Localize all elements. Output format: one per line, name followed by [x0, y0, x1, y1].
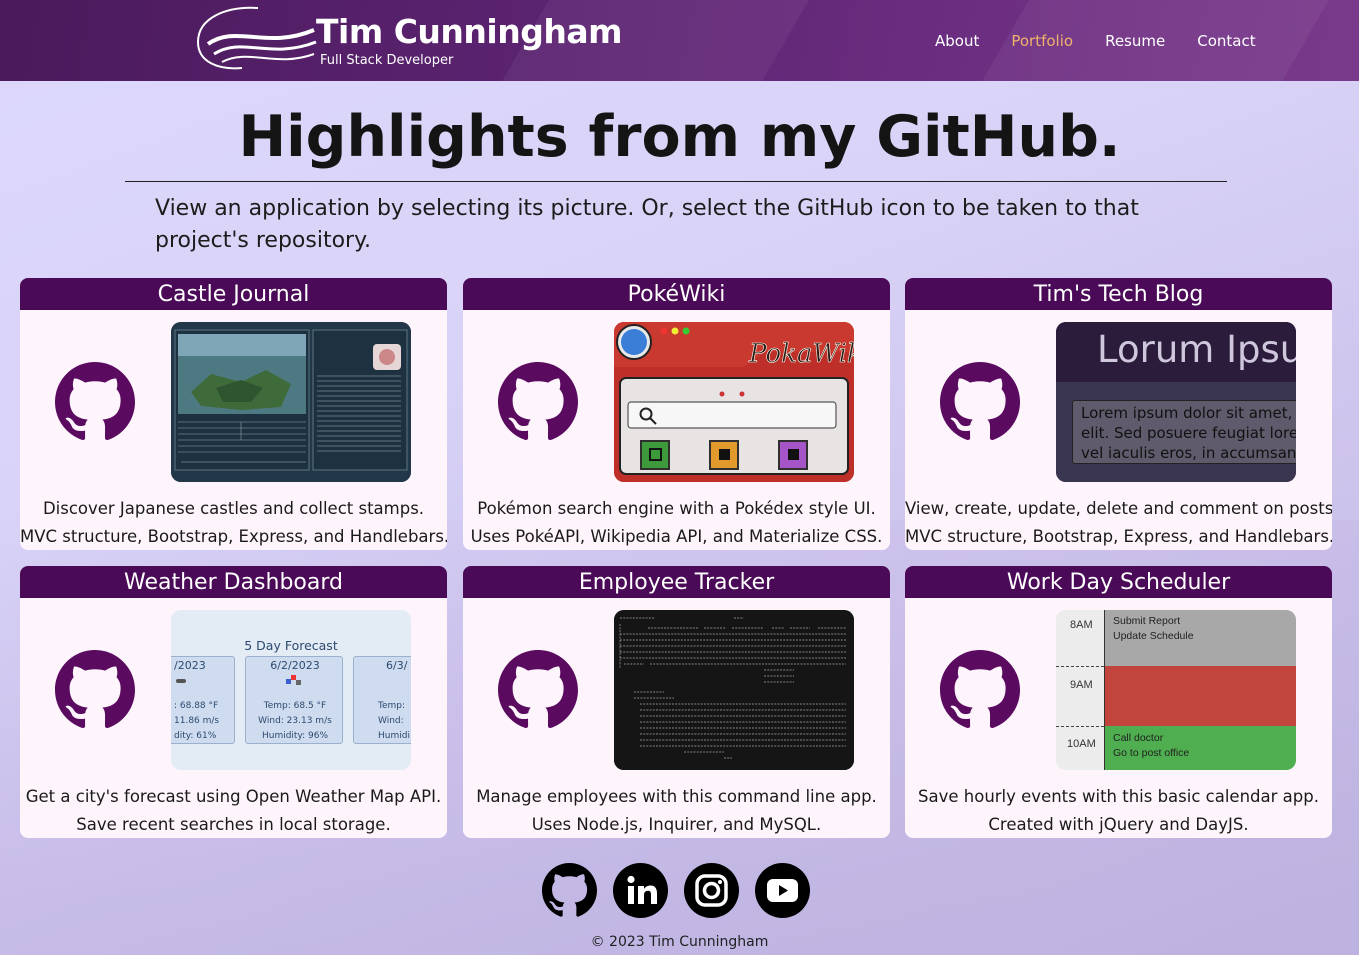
card-title: Work Day Scheduler [905, 566, 1332, 598]
instagram-icon[interactable] [684, 863, 739, 918]
card-description-line: Save hourly events with this basic calen… [918, 787, 1319, 806]
hour-label: 10AM [1067, 738, 1096, 750]
project-card-weather-dashboard: Weather Dashboard 5 Day Forecast /2023 :… [20, 566, 447, 838]
wave-logo-icon[interactable] [196, 4, 320, 72]
hour-label: 9AM [1070, 679, 1093, 691]
project-screenshot[interactable] [171, 322, 411, 482]
event-text: Update Schedule [1113, 630, 1194, 642]
card-description: Manage employees with this command line … [463, 783, 890, 838]
github-icon[interactable] [940, 650, 1020, 730]
card-description-line: Manage employees with this command line … [476, 787, 877, 806]
svg-text:PokaWiki: PokaWiki [748, 339, 854, 369]
card-title: Weather Dashboard [20, 566, 447, 598]
current-hour-block [1105, 666, 1296, 726]
intro-text: View an application by selecting its pic… [155, 196, 1139, 253]
card-description-line: View, create, update, delete and comment… [905, 499, 1332, 518]
card-description: Save hourly events with this basic calen… [905, 783, 1332, 838]
project-screenshot[interactable] [614, 610, 854, 770]
event-text: Go to post office [1113, 747, 1190, 759]
github-icon[interactable] [498, 650, 578, 730]
github-icon[interactable] [55, 650, 135, 730]
weather-icon [176, 679, 186, 683]
project-card-tech-blog: Tim's Tech Blog Lorum Ipsu Lorem ipsum d… [905, 278, 1332, 550]
forecast-humidity: Humidity: 96% [261, 731, 329, 741]
project-card-castle-journal: Castle Journal Discover Japanese castles… [20, 278, 447, 550]
card-description-line: Save recent searches in local storage. [76, 815, 391, 834]
forecast-humidity: dity: 61% [174, 731, 217, 741]
project-card-work-day-scheduler: Work Day Scheduler 8AM 9AM 10AM Submit R… [905, 566, 1332, 838]
forecast-day: 6/3/ Temp: Wind: Humidi [353, 656, 411, 744]
card-description-line: MVC structure, Bootstrap, Express, and H… [905, 527, 1332, 546]
linkedin-icon[interactable] [613, 863, 668, 918]
castle-journal-preview [171, 322, 411, 482]
future-hour-block: Call doctor Go to post office [1105, 726, 1296, 770]
card-description-line: Get a city's forecast using Open Weather… [25, 787, 442, 806]
preview-heading: 5 Day Forecast [244, 638, 338, 653]
card-title: Employee Tracker [463, 566, 890, 598]
event-text: Call doctor [1113, 732, 1164, 744]
forecast-date: /2023 [174, 659, 206, 672]
pokewiki-preview: PokaWiki [614, 322, 854, 482]
forecast-date: 6/3/ [386, 659, 408, 672]
title-divider [125, 181, 1227, 182]
weather-icon [286, 675, 302, 687]
forecast-wind: 11.86 m/s [174, 716, 220, 726]
nav-contact[interactable]: Contact [1197, 32, 1255, 50]
card-description-line: MVC structure, Bootstrap, Express, and H… [20, 527, 447, 546]
github-icon[interactable] [940, 362, 1020, 442]
project-card-employee-tracker: Employee Tracker Manage employees with t… [463, 566, 890, 838]
nav-about[interactable]: About [935, 32, 979, 50]
main-nav: About Portfolio Resume Contact [935, 32, 1288, 50]
project-screenshot[interactable]: 8AM 9AM 10AM Submit Report Update Schedu… [1056, 610, 1296, 770]
forecast-temp: : 68.88 °F [174, 701, 219, 711]
card-title: Castle Journal [20, 278, 447, 310]
forecast-day: 6/2/2023 Temp: 68.5 °F Wind: 23.13 m/s H… [245, 656, 343, 744]
past-hour-block: Submit Report Update Schedule [1105, 610, 1296, 666]
card-description-line: Uses PokéAPI, Wikipedia API, and Materia… [470, 527, 883, 546]
card-title: Tim's Tech Blog [905, 278, 1332, 310]
hour-label: 8AM [1070, 619, 1093, 631]
site-header: Tim Cunningham Full Stack Developer Abou… [0, 0, 1359, 81]
github-icon[interactable] [55, 362, 135, 442]
event-text: Submit Report [1113, 615, 1181, 627]
card-description-line: Created with jQuery and DayJS. [988, 815, 1249, 834]
preview-heading: Lorum Ipsu [1097, 328, 1296, 371]
nav-resume[interactable]: Resume [1105, 32, 1165, 50]
forecast-date: 6/2/2023 [270, 659, 320, 672]
project-screenshot[interactable]: PokaWiki [614, 322, 854, 482]
site-subtitle: Full Stack Developer [320, 53, 454, 68]
project-card-pokewiki: PokéWiki PokaWiki Pokémon search engine … [463, 278, 890, 550]
forecast-humidity: Humidi [378, 731, 410, 741]
card-description: Get a city's forecast using Open Weather… [20, 783, 447, 838]
card-description-line: Uses Node.js, Inquirer, and MySQL. [531, 815, 822, 834]
forecast-wind: Wind: 23.13 m/s [258, 716, 332, 726]
forecast-temp: Temp: [378, 701, 406, 711]
forecast-temp: Temp: 68.5 °F [263, 701, 327, 711]
page-title: Highlights from my GitHub. [238, 104, 1121, 170]
nav-portfolio[interactable]: Portfolio [1011, 32, 1073, 50]
github-icon[interactable] [498, 362, 578, 442]
copyright-text: © 2023 Tim Cunningham [590, 934, 769, 950]
forecast-day: /2023 : 68.88 °F 11.86 m/s dity: 61% [171, 656, 235, 744]
github-icon[interactable] [542, 863, 597, 918]
preview-text: Lorem ipsum dolor sit amet, elit. Sed po… [1081, 404, 1296, 462]
card-description-line: Pokémon search engine with a Pokédex sty… [477, 499, 876, 518]
card-title: PokéWiki [463, 278, 890, 310]
project-screenshot[interactable]: 5 Day Forecast /2023 : 68.88 °F 11.86 m/… [171, 610, 411, 770]
site-title[interactable]: Tim Cunningham [316, 12, 622, 51]
project-screenshot[interactable]: Lorum Ipsu Lorem ipsum dolor sit amet, e… [1056, 322, 1296, 482]
card-description: Discover Japanese castles and collect st… [20, 495, 447, 550]
card-description-line: Discover Japanese castles and collect st… [42, 499, 425, 518]
forecast-wind: Wind: [378, 716, 404, 726]
youtube-icon[interactable] [755, 863, 810, 918]
terminal-ascii-art [614, 610, 854, 770]
card-description: View, create, update, delete and comment… [905, 495, 1332, 550]
social-links [542, 863, 810, 918]
card-description: Pokémon search engine with a Pokédex sty… [463, 495, 890, 550]
